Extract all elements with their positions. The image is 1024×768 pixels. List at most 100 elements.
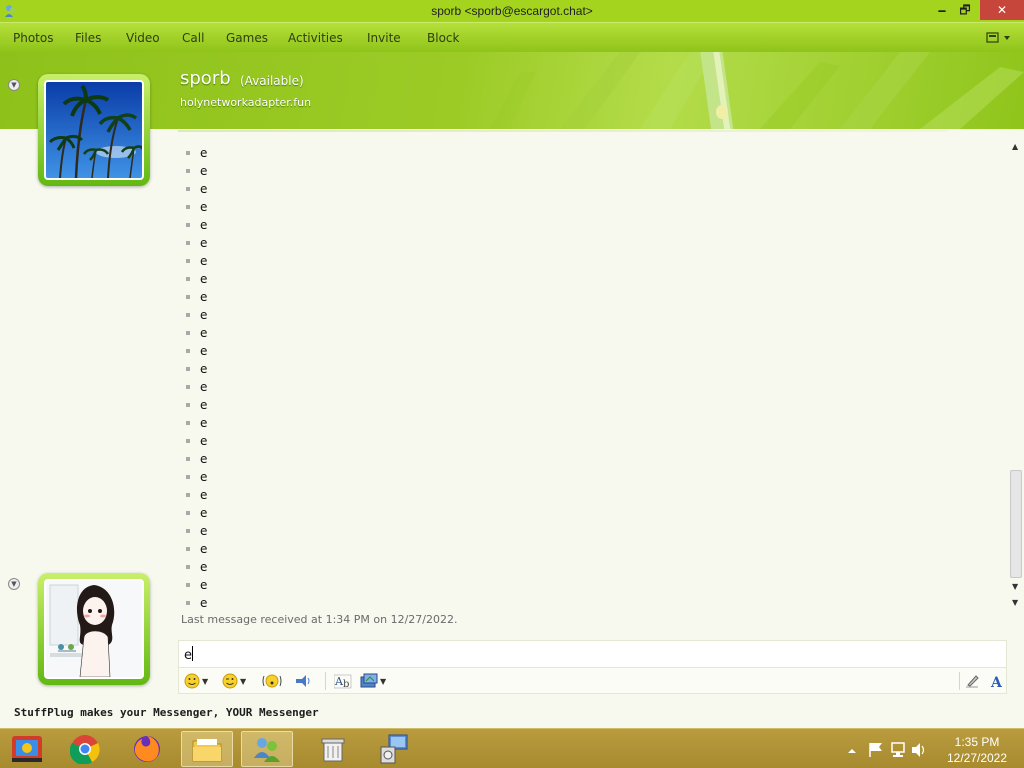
conversation-history[interactable]: eeeeeeeeeeeeeeeeeeeeeeeeee (178, 140, 1008, 610)
collapse-contact-picture-icon[interactable]: ▼ (8, 79, 20, 91)
message-text: e (200, 344, 208, 358)
collapse-own-picture-icon[interactable]: ▼ (8, 578, 20, 590)
menu-call[interactable]: Call (182, 31, 204, 45)
scroll-up-icon[interactable]: ▲ (1012, 142, 1018, 151)
close-button[interactable]: ✕ (980, 0, 1024, 20)
message-item: e (186, 216, 207, 234)
stuffplug-banner[interactable]: StuffPlug makes your Messenger, YOUR Mes… (14, 706, 319, 719)
message-bullet-icon (186, 565, 190, 569)
taskbar-messenger[interactable] (241, 731, 293, 767)
message-item: e (186, 180, 207, 198)
message-text: e (200, 200, 208, 214)
show-menu-icon[interactable] (986, 31, 1012, 45)
wink-button[interactable]: ▼ (222, 672, 246, 690)
message-item: e (186, 234, 207, 252)
menu-video[interactable]: Video (126, 31, 160, 45)
taskbar-firefox[interactable] (121, 731, 173, 767)
message-bullet-icon (186, 331, 190, 335)
message-text: e (200, 506, 208, 520)
message-text: e (200, 434, 208, 448)
menu-games[interactable]: Games (226, 31, 268, 45)
message-input-text[interactable]: e (184, 646, 193, 663)
message-bullet-icon (186, 367, 190, 371)
menu-bar: Photos Files Video Call Games Activities… (0, 22, 1024, 52)
font-button[interactable]: Ab (334, 672, 352, 690)
message-bullet-icon (186, 547, 190, 551)
message-text: e (200, 542, 208, 556)
message-text: e (200, 362, 208, 376)
contact-display-picture[interactable] (38, 74, 150, 186)
message-bullet-icon (186, 241, 190, 245)
compose-toolbar: ▼ ▼ Ab ▼ A (178, 668, 1007, 694)
action-center-flag-icon[interactable] (869, 743, 882, 757)
wink-dropdown-icon[interactable]: ▼ (240, 677, 246, 686)
header-divider (178, 130, 948, 132)
font-icon: Ab (334, 674, 352, 689)
message-text: e (200, 164, 208, 178)
background-button[interactable]: ▼ (360, 672, 386, 690)
menu-activities[interactable]: Activities (288, 31, 343, 45)
message-text: e (200, 416, 208, 430)
emoticon-dropdown-icon[interactable]: ▼ (202, 677, 208, 686)
bamboo-background (490, 52, 1024, 129)
contact-status: (Available) (240, 74, 304, 88)
message-bullet-icon (186, 475, 190, 479)
message-item: e (186, 522, 207, 540)
message-item: e (186, 162, 207, 180)
voice-clip-icon (262, 674, 282, 688)
maximize-button[interactable]: 🗗 (951, 0, 979, 20)
message-bullet-icon (186, 511, 190, 515)
network-icon[interactable] (891, 742, 905, 757)
own-display-picture[interactable] (38, 573, 150, 685)
message-input[interactable]: e (178, 640, 1007, 668)
conversation-scrollbar[interactable]: ▲ ▼ ▼ (1009, 140, 1023, 610)
voice-clip-button[interactable] (261, 672, 283, 690)
chrome-icon (70, 735, 100, 764)
message-bullet-icon (186, 529, 190, 533)
message-bullet-icon (186, 439, 190, 443)
handwriting-button[interactable] (964, 672, 980, 690)
clock-time: 1:35 PM (954, 735, 1000, 749)
emoticon-button[interactable]: ▼ (184, 672, 208, 690)
message-item: e (186, 468, 207, 486)
taskbar-file-explorer[interactable] (181, 731, 233, 767)
taskbar-network-setup[interactable] (369, 731, 421, 767)
message-text: e (200, 488, 208, 502)
message-text: e (200, 524, 208, 538)
message-text: e (200, 182, 208, 196)
message-item: e (186, 288, 207, 306)
message-item: e (186, 504, 207, 522)
system-clock[interactable]: 1:35 PM 12/27/2022 (930, 734, 1024, 766)
message-bullet-icon (186, 169, 190, 173)
scroll-thumb[interactable] (1010, 470, 1022, 578)
message-text: e (200, 254, 208, 268)
message-item: e (186, 324, 207, 342)
nudge-icon (296, 675, 310, 687)
message-bullet-icon (186, 601, 190, 605)
taskbar-trash[interactable] (307, 731, 359, 767)
message-item: e (186, 486, 207, 504)
menu-files[interactable]: Files (75, 31, 101, 45)
scroll-end-icon[interactable]: ▼ (1012, 598, 1018, 607)
menu-photos[interactable]: Photos (13, 31, 53, 45)
background-dropdown-icon[interactable]: ▼ (380, 677, 386, 686)
message-item: e (186, 450, 207, 468)
contact-personal-message: holynetworkadapter.fun (180, 96, 312, 109)
firefox-icon (134, 736, 160, 762)
menu-invite[interactable]: Invite (367, 31, 401, 45)
show-hidden-icons-icon[interactable] (848, 749, 856, 753)
volume-icon[interactable] (912, 743, 925, 757)
screen-recorder-icon (12, 736, 42, 762)
menu-block[interactable]: Block (427, 31, 459, 45)
taskbar-chrome[interactable] (59, 731, 111, 767)
message-item: e (186, 594, 207, 610)
text-format-button[interactable]: A (989, 672, 1005, 690)
text-format-icon: A (990, 675, 1003, 689)
toolbar-separator-right (959, 672, 960, 690)
taskbar-screen-recorder[interactable] (1, 731, 53, 767)
messenger-icon (254, 738, 280, 762)
message-text: e (200, 326, 208, 340)
nudge-button[interactable] (294, 672, 312, 690)
handwriting-icon (966, 675, 979, 688)
scroll-down-icon[interactable]: ▼ (1012, 582, 1018, 591)
